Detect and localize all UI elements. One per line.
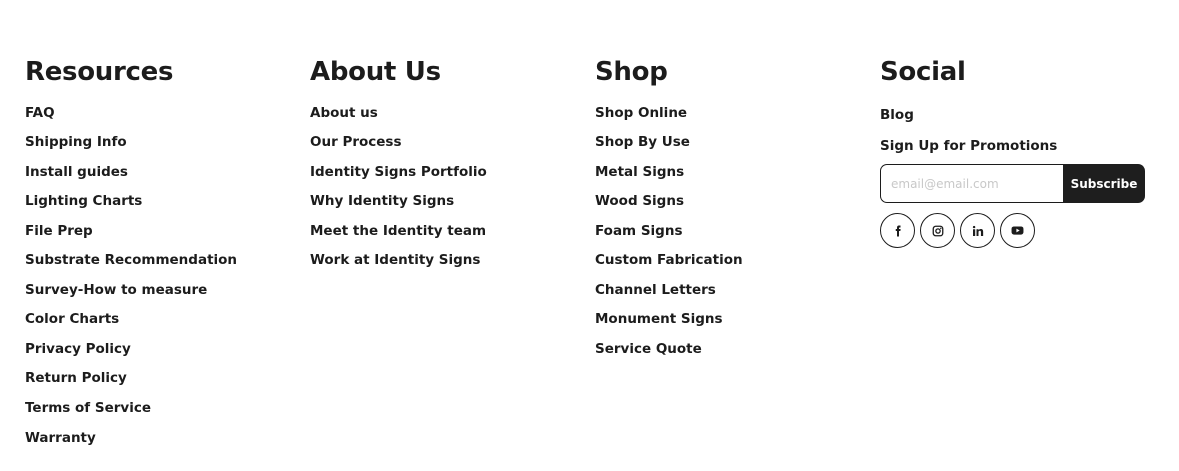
instagram-icon [932, 225, 944, 237]
social-column: Social Blog Sign Up for Promotions Subsc… [880, 56, 1145, 248]
return-policy-link[interactable]: Return Policy [25, 370, 127, 386]
newsletter-form: Subscribe [880, 164, 1145, 203]
promotions-label: Sign Up for Promotions [880, 138, 1058, 154]
about-column: About Us About us Our Process Identity S… [310, 56, 487, 268]
shop-column: Shop Shop Online Shop By Use Metal Signs… [595, 56, 743, 357]
lighting-charts-link[interactable]: Lighting Charts [25, 193, 142, 209]
shipping-info-link[interactable]: Shipping Info [25, 134, 127, 150]
privacy-policy-link[interactable]: Privacy Policy [25, 341, 131, 357]
shop-by-use-link[interactable]: Shop By Use [595, 134, 690, 150]
subscribe-button[interactable]: Subscribe [1063, 164, 1145, 203]
survey-how-to-measure-link[interactable]: Survey-How to measure [25, 282, 207, 298]
linkedin-button[interactable] [960, 213, 995, 248]
faq-link[interactable]: FAQ [25, 105, 55, 121]
substrate-recommendation-link[interactable]: Substrate Recommendation [25, 252, 237, 268]
instagram-button[interactable] [920, 213, 955, 248]
resources-column: Resources FAQ Shipping Info Install guid… [25, 56, 237, 446]
file-prep-link[interactable]: File Prep [25, 223, 93, 239]
portfolio-link[interactable]: Identity Signs Portfolio [310, 164, 487, 180]
monument-signs-link[interactable]: Monument Signs [595, 311, 723, 327]
social-heading: Social [880, 57, 966, 87]
color-charts-link[interactable]: Color Charts [25, 311, 119, 327]
wood-signs-link[interactable]: Wood Signs [595, 193, 684, 209]
terms-of-service-link[interactable]: Terms of Service [25, 400, 151, 416]
foam-signs-link[interactable]: Foam Signs [595, 223, 683, 239]
youtube-icon [1011, 224, 1024, 237]
install-guides-link[interactable]: Install guides [25, 164, 128, 180]
resources-heading: Resources [25, 57, 174, 87]
about-heading: About Us [310, 57, 441, 87]
meet-team-link[interactable]: Meet the Identity team [310, 223, 486, 239]
custom-fabrication-link[interactable]: Custom Fabrication [595, 252, 743, 268]
shop-heading: Shop [595, 57, 668, 87]
about-us-link[interactable]: About us [310, 105, 378, 121]
service-quote-link[interactable]: Service Quote [595, 341, 702, 357]
warranty-link[interactable]: Warranty [25, 430, 96, 446]
linkedin-icon [972, 225, 984, 237]
channel-letters-link[interactable]: Channel Letters [595, 282, 716, 298]
why-identity-signs-link[interactable]: Why Identity Signs [310, 193, 454, 209]
youtube-button[interactable] [1000, 213, 1035, 248]
blog-link[interactable]: Blog [880, 107, 914, 123]
email-input[interactable] [880, 164, 1064, 203]
facebook-icon [892, 225, 904, 237]
metal-signs-link[interactable]: Metal Signs [595, 164, 684, 180]
facebook-button[interactable] [880, 213, 915, 248]
careers-link[interactable]: Work at Identity Signs [310, 252, 480, 268]
shop-online-link[interactable]: Shop Online [595, 105, 687, 121]
our-process-link[interactable]: Our Process [310, 134, 402, 150]
